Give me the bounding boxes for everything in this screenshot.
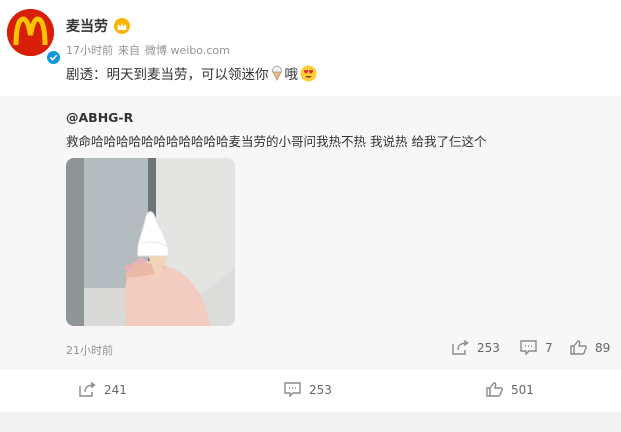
comment-button[interactable]: 253 (284, 382, 332, 397)
like-icon (486, 382, 503, 397)
like-icon (570, 340, 587, 355)
weibo-post-card: 麦当劳 17小时前 来自 微博 weibo.com 剧透：明天到麦当劳，可以领迷… (0, 0, 621, 432)
repost-text: 救命哈哈哈哈哈哈哈哈哈哈哈麦当劳的小哥问我热不热 我说热 给我了仨这个 (66, 134, 487, 149)
post-meta: 17小时前 来自 微博 weibo.com (66, 42, 230, 58)
post-source-prefix: 来自 (118, 44, 140, 57)
repost-like-count: 89 (595, 340, 611, 355)
like-button[interactable]: 501 (486, 382, 534, 397)
comment-count: 253 (309, 382, 332, 397)
crown-badge-icon[interactable] (114, 18, 130, 34)
post-action-bar: 241 253 501 (0, 370, 621, 412)
repost-photo[interactable] (66, 158, 235, 326)
post-text-body: 剧透：明天到麦当劳，可以领迷你 (66, 67, 269, 83)
repost-comment-count: 7 (545, 340, 553, 355)
repost-time[interactable]: 21小时前 (66, 342, 113, 358)
repost-username[interactable]: @ABHG-R (66, 110, 133, 125)
post-text-suffix: 哦 (284, 67, 299, 83)
repost-repost-count: 253 (477, 340, 500, 355)
post-time[interactable]: 17小时前 (66, 42, 113, 58)
ice-cream-emoji-icon (271, 65, 282, 81)
heart-eyes-emoji-icon (300, 65, 317, 81)
repost-icon (79, 382, 96, 397)
repost-repost-button[interactable]: 253 (452, 340, 500, 355)
post-source[interactable]: 微博 weibo.com (145, 42, 230, 58)
author-name[interactable]: 麦当劳 (66, 16, 108, 36)
repost-comment-button[interactable]: 7 (520, 340, 553, 355)
post-text: 剧透：明天到麦当劳，可以领迷你 哦 (66, 63, 317, 83)
repost-count: 241 (104, 382, 127, 397)
comment-icon (284, 382, 301, 397)
repost-button[interactable]: 241 (79, 382, 127, 397)
retweeted-post[interactable]: @ABHG-R 救命哈哈哈哈哈哈哈哈哈哈哈麦当劳的小哥问我热不热 我说热 给我了… (0, 96, 621, 370)
mcdonalds-logo-icon (7, 9, 54, 56)
author-name-row: 麦当劳 (66, 16, 130, 36)
verified-icon (45, 49, 62, 66)
repost-like-button[interactable]: 89 (570, 340, 610, 355)
author-avatar[interactable] (7, 9, 62, 66)
feed-divider (0, 412, 621, 432)
like-count: 501 (511, 382, 534, 397)
comment-icon (520, 340, 537, 355)
repost-icon (452, 340, 469, 355)
